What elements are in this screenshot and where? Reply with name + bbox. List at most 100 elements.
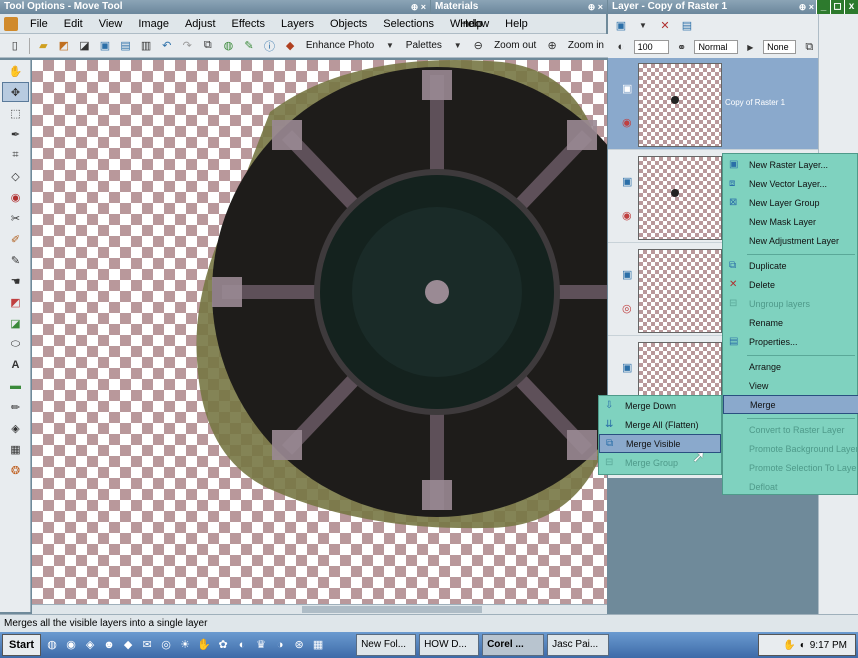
move-tool-icon[interactable]: ✥ [2,82,29,102]
save-as-icon[interactable]: ▤ [117,37,135,55]
zoom-in-button[interactable]: Zoom in [564,40,608,51]
menu-item-properties[interactable]: ▤ Properties... [723,333,858,352]
quicklaunch-icon[interactable]: ◎ [158,637,174,653]
quicklaunch-icon[interactable]: ◆ [120,637,136,653]
undo-icon[interactable]: ↶ [158,37,176,55]
menu-adjust[interactable]: Adjust [177,18,224,30]
tray-icon[interactable]: ◐ [800,640,806,651]
mesh-tool-icon[interactable]: ▦ [2,439,29,459]
palettes-button[interactable]: Palettes [402,40,446,51]
menu-item-new-mask-layer[interactable]: New Mask Layer [723,213,858,232]
layer-name[interactable]: Copy of Raster 1 [725,98,785,107]
eye-icon[interactable]: ◉ [622,116,632,129]
quicklaunch-icon[interactable]: ♛ [253,637,269,653]
menu-item-duplicate[interactable]: ⧉ Duplicate [723,257,858,276]
quicklaunch-icon[interactable]: ✋ [196,637,212,653]
save-icon[interactable]: ▣ [96,37,114,55]
new-layer-icon[interactable]: ▣ [612,16,630,34]
pen-tool-icon[interactable]: ✎ [2,250,29,270]
menu-item-new-raster-layer[interactable]: ▣ New Raster Layer... [723,156,858,175]
new-file-icon[interactable]: ▯ [6,37,24,55]
menu-item-new-vector-layer[interactable]: ⧈ New Vector Layer... [723,175,858,194]
menu-item-delete[interactable]: ✕ Delete [723,276,858,295]
scan-icon[interactable]: ◪ [76,37,94,55]
menu-item-new-adjustment-layer[interactable]: New Adjustment Layer [723,232,858,251]
crop-icon[interactable]: ⧉ [199,37,217,55]
selection-tool-icon[interactable]: ⬚ [2,103,29,123]
menu-view[interactable]: View [91,18,131,30]
quicklaunch-icon[interactable]: ◑ [272,637,288,653]
menu-layers[interactable]: Layers [273,18,322,30]
quicklaunch-icon[interactable]: ◍ [44,637,60,653]
image-canvas[interactable] [32,60,607,604]
retouch-tool-icon[interactable]: ☚ [2,271,29,291]
delete-layer-icon[interactable]: ✕ [656,16,674,34]
quicklaunch-icon[interactable]: ✿ [215,637,231,653]
pan-tool-icon[interactable]: ✋ [2,61,29,81]
app-icon[interactable] [4,16,18,31]
clone-tool-icon[interactable]: ✂ [2,208,29,228]
horizontal-scrollbar[interactable] [32,604,607,614]
blend-mode-select[interactable]: Normal [694,40,738,54]
edit-layer-icon[interactable]: ▤ [678,16,696,34]
palette-icon[interactable]: ◍ [220,37,238,55]
menu-item-rename[interactable]: Rename [723,314,858,333]
script-icon[interactable]: ✎ [240,37,258,55]
crop-tool-icon[interactable]: ⌗ [2,145,29,165]
shape-tool-icon[interactable]: ⬭ [2,334,29,354]
menu-item-merge-down[interactable]: ⇩ Merge Down [599,397,721,416]
lock-icon[interactable]: ▶ [742,38,760,56]
browse-icon[interactable]: ◩ [55,37,73,55]
quicklaunch-icon[interactable]: ▦ [310,637,326,653]
paint-brush-icon[interactable]: ✐ [2,229,29,249]
pin-icon[interactable]: ⊕ × [588,0,603,14]
warp-brush-icon[interactable]: ◈ [2,418,29,438]
enhance-photo-button[interactable]: Enhance Photo [302,40,378,51]
quicklaunch-icon[interactable]: ☻ [101,637,117,653]
quicklaunch-icon[interactable]: ◈ [82,637,98,653]
fill-tool-icon[interactable]: ◪ [2,313,29,333]
taskbar-task[interactable]: Corel ... [482,634,545,656]
menu-image[interactable]: Image [130,18,177,30]
maximize-button[interactable]: ◻ [830,0,844,14]
quicklaunch-icon[interactable]: ◐ [234,637,250,653]
menu-item-merge-all[interactable]: ⇊ Merge All (Flatten) [599,416,721,435]
red-eye-tool-icon[interactable]: ◉ [2,187,29,207]
menu-edit[interactable]: Edit [56,18,91,30]
redo-icon[interactable]: ↷ [178,37,196,55]
menu-item-merge[interactable]: Merge [723,395,858,414]
close-button[interactable]: x [844,0,858,14]
menu-help-secondary[interactable]: Help [430,18,483,30]
menu-item-new-layer-group[interactable]: ⊠ New Layer Group [723,194,858,213]
mask-select[interactable]: None [763,40,797,54]
pin-icon[interactable]: ⊕ × [411,0,426,14]
open-folder-icon[interactable]: ▰ [35,37,53,55]
taskbar-task[interactable]: Jasc Pai... [547,634,610,656]
print-icon[interactable]: ▥ [137,37,155,55]
menu-item-view[interactable]: View [723,377,858,396]
eye-icon[interactable]: ◎ [622,302,632,315]
deform-tool-icon[interactable]: ◇ [2,166,29,186]
minimize-button[interactable]: _ [816,0,830,14]
quicklaunch-icon[interactable]: ◉ [63,637,79,653]
chevron-down-icon[interactable]: ▼ [449,37,467,55]
pin-icon[interactable]: ⊕ × [799,0,814,14]
layer-row[interactable]: ▣ ◉ Copy of Raster 1 [608,58,818,150]
pen-drawing-tool-icon[interactable]: ✏ [2,397,29,417]
menu-item-arrange[interactable]: Arrange [723,358,858,377]
quicklaunch-icon[interactable]: ☀ [177,637,193,653]
picture-tube-icon[interactable]: ❂ [2,460,29,480]
opacity-field[interactable]: 100 [633,40,669,54]
tray-icon[interactable]: ✋ [783,640,795,651]
dropper-tool-icon[interactable]: ✒ [2,124,29,144]
link-icon[interactable]: ⧉ [800,38,818,56]
quicklaunch-icon[interactable]: ⊛ [291,637,307,653]
chevron-down-icon[interactable]: ▼ [381,37,399,55]
taskbar-task[interactable]: New Fol... [356,634,417,656]
chevron-down-icon[interactable]: ▼ [634,16,652,34]
rectangle-tool-icon[interactable]: ▬ [2,376,29,396]
quicklaunch-icon[interactable]: ✉ [139,637,155,653]
text-tool-icon[interactable]: A [2,355,29,375]
clock[interactable]: 9:17 PM [810,640,847,651]
menu-objects[interactable]: Objects [322,18,375,30]
